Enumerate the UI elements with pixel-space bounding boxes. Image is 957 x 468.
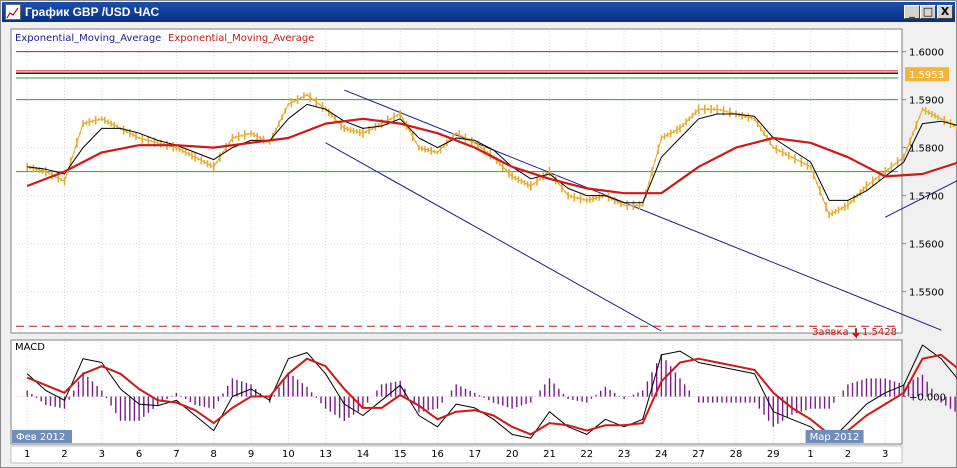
x-tick-label: 27 — [692, 449, 705, 460]
x-tick-label: 6 — [136, 449, 142, 460]
y-tick-label: 1.5900 — [909, 96, 944, 107]
macd-zero-label: +0.000 — [909, 393, 946, 404]
x-tick-label: 8 — [211, 449, 217, 460]
x-tick-label: 15 — [394, 449, 407, 460]
x-tick-label: 10 — [282, 449, 295, 460]
x-tick-label: 20 — [506, 449, 519, 460]
period-label: Мар 2012 — [810, 432, 860, 443]
x-tick-label: 22 — [580, 449, 593, 460]
price-panel — [10, 28, 903, 334]
current-price-label: 1.5953 — [909, 70, 944, 81]
x-tick-label: 13 — [319, 449, 332, 460]
x-tick-label: 16 — [431, 449, 444, 460]
x-tick-label: 2 — [61, 449, 67, 460]
order-price-label: 1.5428 — [862, 327, 897, 338]
period-label: Фев 2012 — [16, 432, 65, 443]
x-tick-label: 28 — [730, 449, 743, 460]
legend-ema-1: Exponential_Moving_Average — [15, 33, 161, 44]
x-tick-label: 1 — [807, 449, 813, 460]
x-tick-label: 17 — [468, 449, 481, 460]
x-tick-label: 2 — [845, 449, 851, 460]
y-tick-label: 1.5800 — [909, 144, 944, 155]
y-tick-label: 1.5500 — [909, 288, 944, 299]
x-tick-label: 7 — [173, 449, 179, 460]
x-tick-label: 3 — [882, 449, 888, 460]
x-tick-label: 29 — [767, 449, 780, 460]
x-tick-label: 24 — [655, 449, 668, 460]
y-tick-label: 1.6000 — [909, 48, 944, 59]
chart-canvas[interactable]: 1 2 3 6 7 8 9 10 13 14 15 16 17 20 21 22 23 24 27 28 29 1 2 31.… — [0, 0, 957, 468]
y-tick-label: 1.5600 — [909, 240, 944, 251]
x-tick-label: 23 — [618, 449, 631, 460]
x-tick-label: 1 — [24, 449, 30, 460]
x-tick-label: 21 — [543, 449, 556, 460]
macd-title: MACD — [15, 342, 45, 353]
x-tick-label: 3 — [99, 449, 105, 460]
x-tick-label: 9 — [248, 449, 254, 460]
x-tick-label: 14 — [357, 449, 370, 460]
order-label: Заявка — [812, 327, 849, 338]
legend-ema-2: Exponential_Moving_Average — [168, 33, 314, 44]
y-tick-label: 1.5700 — [909, 192, 944, 203]
